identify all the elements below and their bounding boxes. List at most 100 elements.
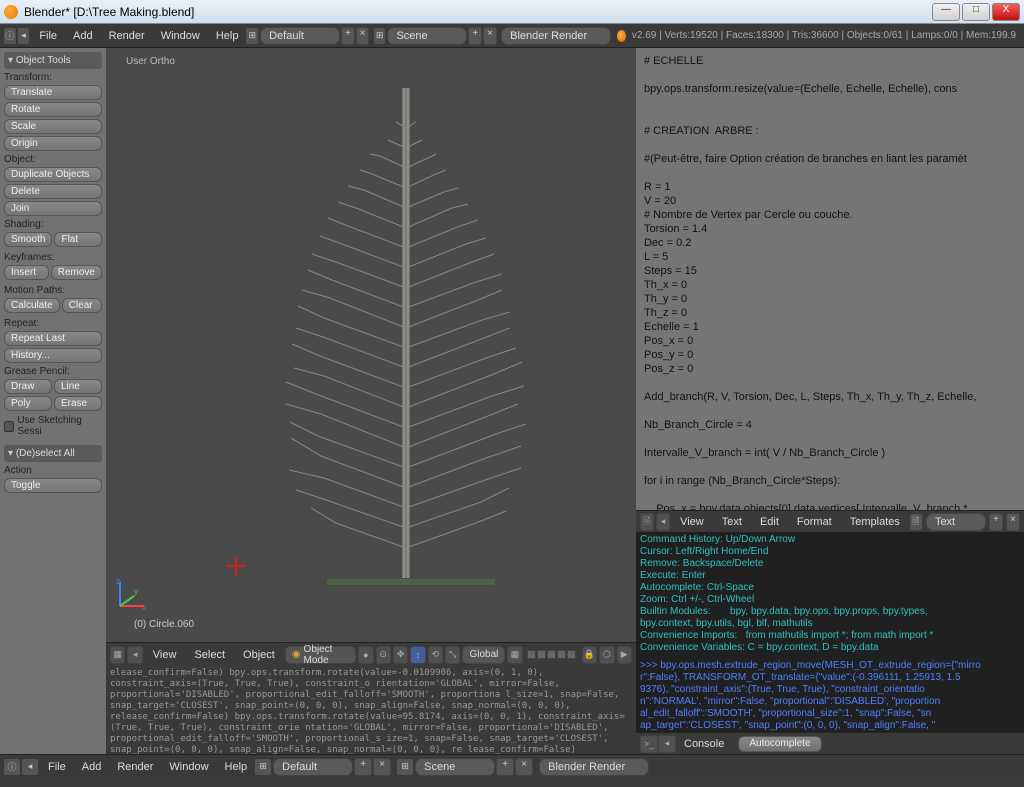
te-menu-templates[interactable]: Templates xyxy=(842,516,908,528)
snap-icon[interactable]: ⬡ xyxy=(599,646,614,664)
scene-dropdown[interactable]: Scene xyxy=(415,758,495,776)
menu-window[interactable]: Window xyxy=(161,761,216,773)
blender-icon xyxy=(4,5,18,19)
object-tools-header[interactable]: Object Tools xyxy=(4,52,102,69)
render-engine-dropdown[interactable]: Blender Render xyxy=(539,758,649,776)
collapse-icon[interactable]: ◂ xyxy=(656,513,670,531)
delete-button[interactable]: Delete xyxy=(4,184,102,199)
gp-erase-button[interactable]: Erase xyxy=(54,396,102,411)
render-preview-icon[interactable]: ▶ xyxy=(617,646,632,664)
scale-button[interactable]: Scale xyxy=(4,119,102,134)
gp-draw-button[interactable]: Draw xyxy=(4,379,52,394)
scene-del-button[interactable]: × xyxy=(515,758,533,776)
layout-dropdown[interactable]: Default xyxy=(260,27,340,45)
pivot-icon[interactable]: ⊙ xyxy=(376,646,391,664)
text-file-dropdown[interactable]: Text xyxy=(926,513,986,531)
editor-type-icon[interactable]: ⓘ xyxy=(4,759,20,775)
screen-browse-icon[interactable]: ⊞ xyxy=(246,28,258,44)
vp-menu-view[interactable]: View xyxy=(145,649,185,661)
lock-camera-icon[interactable]: 🔒 xyxy=(582,646,597,664)
gp-line-button[interactable]: Line xyxy=(54,379,102,394)
console-menu[interactable]: Console xyxy=(676,738,732,750)
editor-type-icon[interactable]: ▦ xyxy=(110,646,125,664)
text-editor[interactable]: # ECHELLE bpy.ops.transform.resize(value… xyxy=(636,48,1024,510)
layout-del-button[interactable]: × xyxy=(356,27,370,45)
layer-button[interactable] xyxy=(547,650,556,659)
manipulator-rotate-icon[interactable]: ⟲ xyxy=(428,646,443,664)
editor-type-icon[interactable]: ⓘ xyxy=(4,28,16,44)
gp-poly-button[interactable]: Poly xyxy=(4,396,52,411)
layer-button[interactable] xyxy=(557,650,566,659)
te-menu-edit[interactable]: Edit xyxy=(752,516,787,528)
scene-del-button[interactable]: × xyxy=(483,27,497,45)
te-menu-format[interactable]: Format xyxy=(789,516,840,528)
editor-type-icon[interactable]: >_ xyxy=(640,735,658,753)
layout-add-button[interactable]: + xyxy=(354,758,372,776)
te-menu-text[interactable]: Text xyxy=(714,516,750,528)
3d-viewport[interactable]: User Ortho xyxy=(106,48,636,642)
clear-button[interactable]: Clear xyxy=(62,298,102,313)
maximize-button[interactable]: □ xyxy=(962,3,990,21)
autocomplete-button[interactable]: Autocomplete xyxy=(738,736,821,752)
remove-key-button[interactable]: Remove xyxy=(51,265,102,280)
scene-browse-icon[interactable]: ⊞ xyxy=(397,759,413,775)
menu-help[interactable]: Help xyxy=(217,761,256,773)
action-label: Action xyxy=(4,465,102,476)
collapse-icon[interactable]: ◂ xyxy=(22,759,38,775)
manipulator-icon[interactable]: ✥ xyxy=(393,646,408,664)
scene-add-button[interactable]: + xyxy=(496,758,514,776)
editor-type-icon[interactable]: 🗎 xyxy=(640,513,654,531)
collapse-icon[interactable]: ◂ xyxy=(18,28,30,44)
manipulator-scale-icon[interactable]: ⤡ xyxy=(445,646,460,664)
mode-dropdown[interactable]: ◉Object Mode xyxy=(285,646,356,664)
menu-window[interactable]: Window xyxy=(153,30,208,42)
insert-key-button[interactable]: Insert xyxy=(4,265,49,280)
collapse-icon[interactable]: ◂ xyxy=(127,646,142,664)
menu-add[interactable]: Add xyxy=(65,30,101,42)
manipulator-translate-icon[interactable]: ↕ xyxy=(410,646,425,664)
layout-del-button[interactable]: × xyxy=(373,758,391,776)
menu-help[interactable]: Help xyxy=(208,30,247,42)
layer-button[interactable] xyxy=(567,650,576,659)
vp-menu-object[interactable]: Object xyxy=(235,649,283,661)
text-browse-icon[interactable]: 🗎 xyxy=(910,514,922,530)
toggle-button[interactable]: Toggle xyxy=(4,478,102,493)
shading-solid-icon[interactable]: ● xyxy=(358,646,373,664)
render-engine-dropdown[interactable]: Blender Render xyxy=(501,27,611,45)
calculate-button[interactable]: Calculate xyxy=(4,298,60,313)
deselect-header[interactable]: (De)select All xyxy=(4,445,102,462)
collapse-icon[interactable]: ◂ xyxy=(658,735,676,753)
menu-render[interactable]: Render xyxy=(101,30,153,42)
scene-dropdown[interactable]: Scene xyxy=(387,27,467,45)
menu-file[interactable]: File xyxy=(40,761,74,773)
menu-add[interactable]: Add xyxy=(74,761,110,773)
rotate-button[interactable]: Rotate xyxy=(4,102,102,117)
layer-button[interactable] xyxy=(527,650,536,659)
history-button[interactable]: History... xyxy=(4,348,102,363)
vp-menu-select[interactable]: Select xyxy=(186,649,233,661)
text-add-button[interactable]: + xyxy=(989,513,1003,531)
te-menu-view[interactable]: View xyxy=(672,516,712,528)
repeat-last-button[interactable]: Repeat Last xyxy=(4,331,102,346)
menu-file[interactable]: File xyxy=(31,30,65,42)
screen-browse-icon[interactable]: ⊞ xyxy=(255,759,271,775)
layers-icon[interactable]: ▦ xyxy=(507,646,522,664)
orientation-dropdown[interactable]: Global xyxy=(462,646,505,664)
layer-button[interactable] xyxy=(537,650,546,659)
smooth-button[interactable]: Smooth xyxy=(4,232,52,247)
scene-add-button[interactable]: + xyxy=(468,27,482,45)
scene-browse-icon[interactable]: ⊞ xyxy=(374,28,386,44)
translate-button[interactable]: Translate xyxy=(4,85,102,100)
python-console[interactable]: Command History: Up/Down Arrow Cursor: L… xyxy=(636,532,1024,732)
layout-add-button[interactable]: + xyxy=(341,27,355,45)
flat-button[interactable]: Flat xyxy=(54,232,102,247)
minimize-button[interactable]: — xyxy=(932,3,960,21)
menu-render[interactable]: Render xyxy=(109,761,161,773)
join-button[interactable]: Join xyxy=(4,201,102,216)
origin-button[interactable]: Origin xyxy=(4,136,102,151)
layout-dropdown[interactable]: Default xyxy=(273,758,353,776)
text-del-button[interactable]: × xyxy=(1006,513,1020,531)
duplicate-button[interactable]: Duplicate Objects xyxy=(4,167,102,182)
close-button[interactable]: X xyxy=(992,3,1020,21)
use-sketching-checkbox[interactable]: Use Sketching Sessi xyxy=(4,415,102,437)
